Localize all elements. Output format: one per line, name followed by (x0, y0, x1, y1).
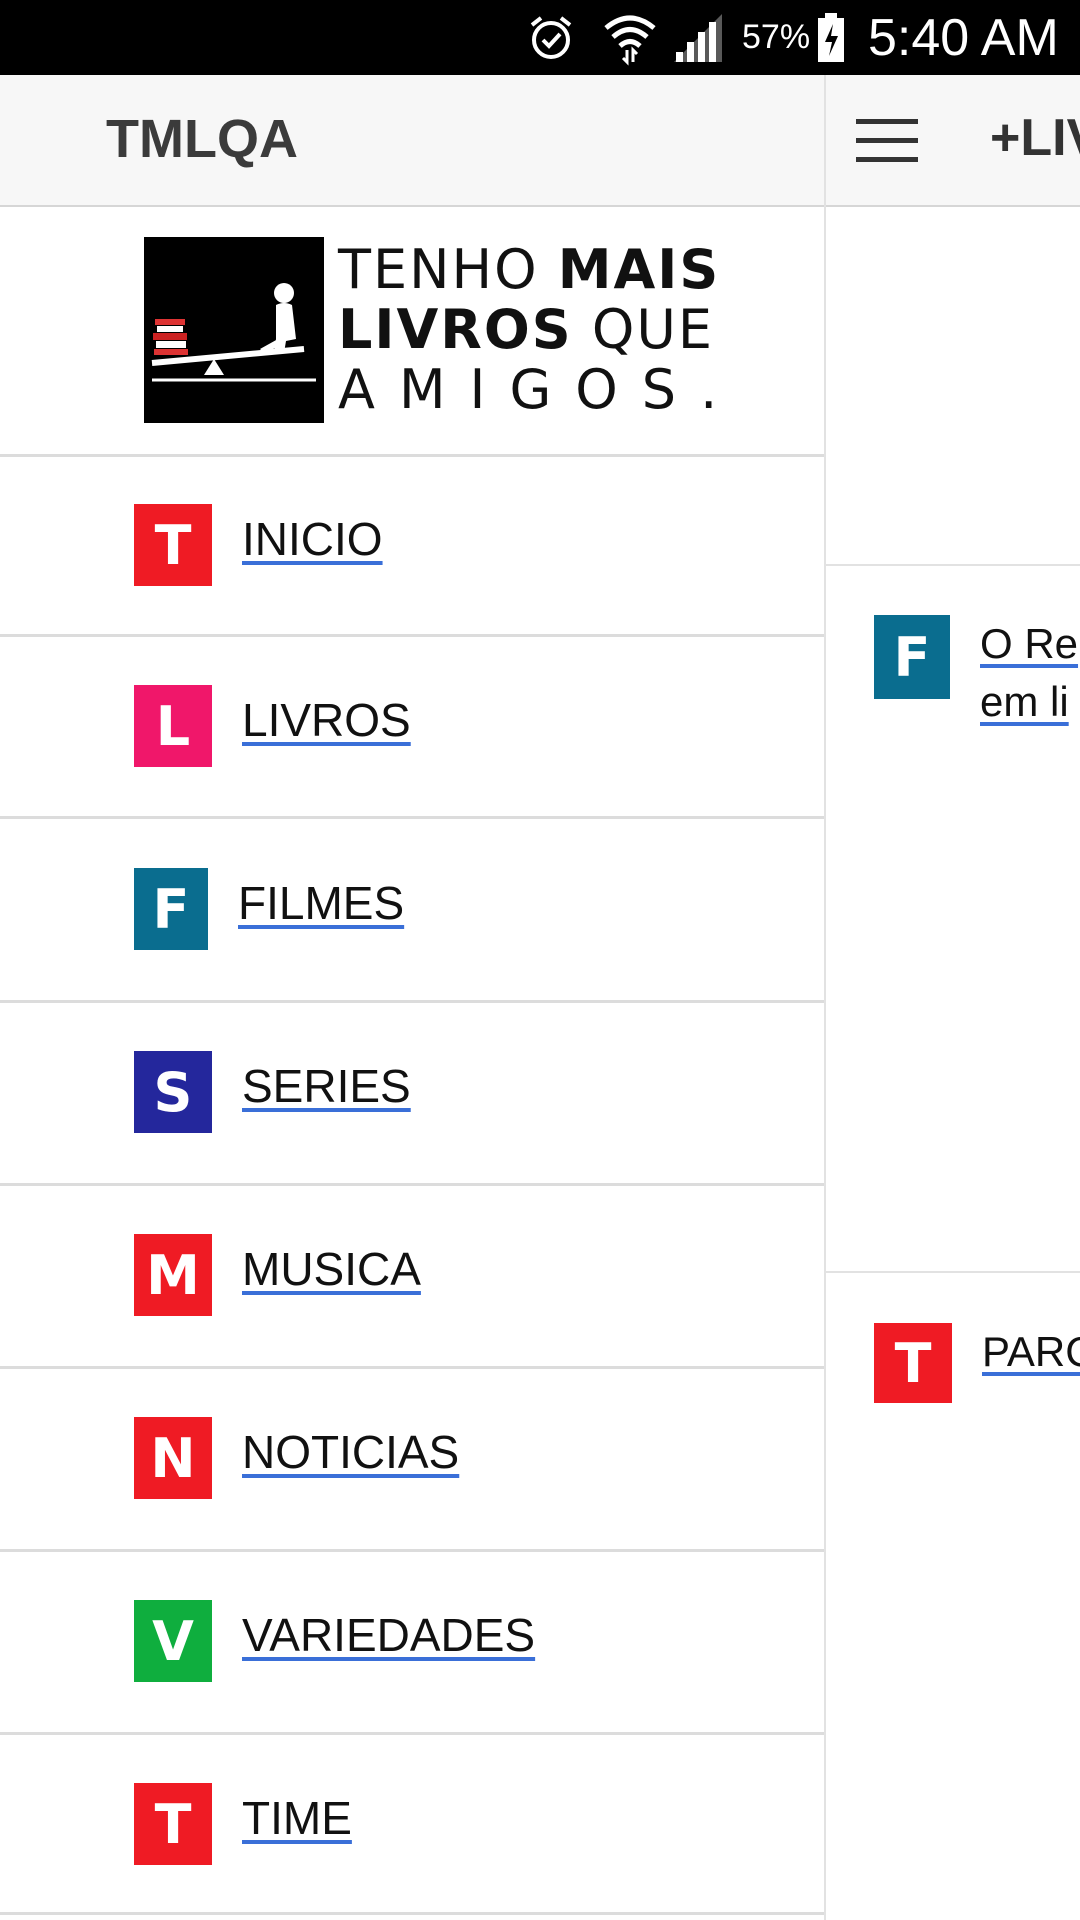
status-time: 5:40 AM (868, 8, 1059, 67)
post-item[interactable]: T PARC (874, 1323, 1080, 1403)
inicio-badge-icon: T (134, 504, 212, 586)
drawer-header: TMLQA (0, 75, 824, 207)
menu-item-time[interactable]: T TIME (134, 1782, 352, 1866)
logo-image (144, 237, 324, 423)
divider (0, 454, 824, 457)
menu-item-noticias[interactable]: N NOTICIAS (134, 1416, 459, 1500)
main-toolbar: +LIV (826, 75, 1080, 207)
divider (826, 1271, 1080, 1273)
post-badge: F (874, 615, 950, 699)
series-badge-icon: S (134, 1051, 212, 1133)
navigation-drawer: TMLQA TENHO MAIS LIVROS QUE AMIGOS. T IN… (0, 75, 824, 1920)
menu-icon[interactable] (856, 119, 918, 163)
menu-item-inicio[interactable]: T INICIO (134, 503, 383, 587)
alarm-icon (526, 0, 576, 75)
battery-percent: 57% (742, 18, 811, 56)
menu-item-label[interactable]: VARIEDADES (242, 1608, 535, 1662)
divider (0, 1183, 824, 1186)
post-link[interactable]: PARC (982, 1323, 1080, 1381)
battery-icon (816, 0, 846, 75)
divider (826, 564, 1080, 566)
divider (0, 1732, 824, 1735)
divider (0, 634, 824, 637)
post-link[interactable]: em li (980, 673, 1078, 731)
menu-item-label[interactable]: LIVROS (242, 693, 411, 747)
main-title: +LIV (990, 109, 1080, 167)
menu-item-series[interactable]: S SERIES (134, 1050, 411, 1134)
livros-badge-icon: L (134, 685, 212, 767)
menu-item-variedades[interactable]: V VARIEDADES (134, 1599, 535, 1683)
noticias-badge-icon: N (134, 1417, 212, 1499)
menu-item-musica[interactable]: M MUSICA (134, 1233, 421, 1317)
menu-item-label[interactable]: SERIES (242, 1059, 411, 1113)
menu-item-label[interactable]: INICIO (242, 512, 383, 566)
musica-badge-icon: M (134, 1234, 212, 1316)
menu-item-label[interactable]: MUSICA (242, 1242, 421, 1296)
menu-item-livros[interactable]: L LIVROS (134, 684, 411, 768)
post-item[interactable]: F O Re em li (874, 615, 1078, 731)
site-logo[interactable]: TENHO MAIS LIVROS QUE AMIGOS. (144, 237, 718, 423)
menu-item-label[interactable]: TIME (242, 1791, 352, 1845)
drawer-title: TMLQA (106, 109, 298, 169)
variedades-badge-icon: V (134, 1600, 212, 1682)
logo-text: TENHO MAIS LIVROS QUE AMIGOS. (338, 238, 742, 421)
divider (0, 1912, 824, 1915)
wifi-icon (602, 0, 658, 75)
divider (0, 816, 824, 819)
post-link[interactable]: O Re (980, 615, 1078, 673)
menu-item-filmes[interactable]: F FILMES (134, 867, 404, 951)
time-badge-icon: T (134, 1783, 212, 1865)
status-bar: 57% 5:40 AM (0, 0, 1080, 75)
divider (0, 1549, 824, 1552)
signal-icon (672, 0, 724, 75)
menu-item-label[interactable]: NOTICIAS (242, 1425, 459, 1479)
divider (0, 1366, 824, 1369)
post-badge: T (874, 1323, 952, 1403)
divider (0, 1000, 824, 1003)
filmes-badge-icon: F (134, 868, 208, 950)
menu-item-label[interactable]: FILMES (238, 876, 404, 930)
main-page: +LIV F O Re em li T PARC (824, 75, 1080, 1920)
